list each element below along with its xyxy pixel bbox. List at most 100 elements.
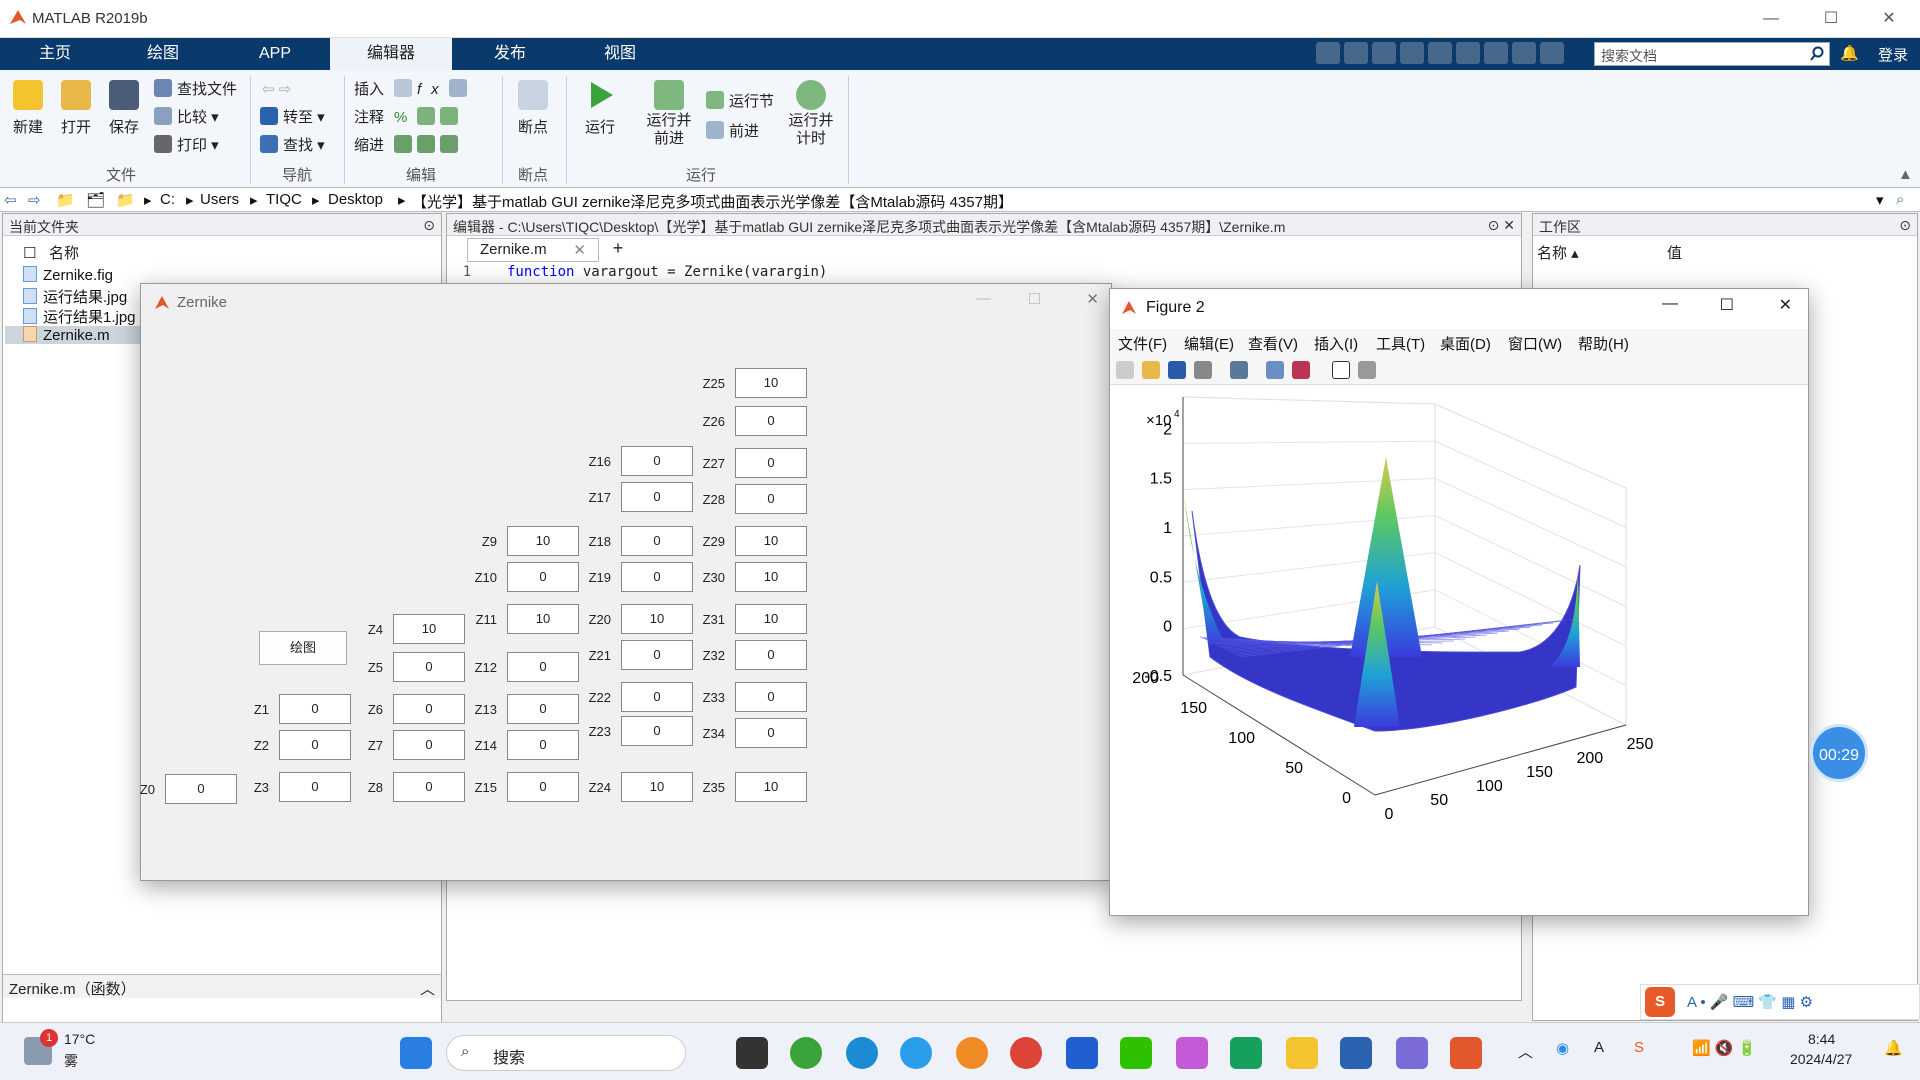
coefficient-input-z15[interactable]: 0 [507,772,579,802]
breakpoints-button[interactable]: 断点 [510,80,556,137]
file-explorer-icon[interactable] [1286,1037,1318,1069]
indent-button[interactable]: 缩进 [354,134,384,158]
coefficient-input-z9[interactable]: 10 [507,526,579,556]
minimize-icon[interactable]: — [1662,295,1678,313]
store-icon[interactable] [1230,1037,1262,1069]
search-docs-input[interactable]: 搜索文档 [1594,42,1830,66]
pointer-icon[interactable] [1332,361,1350,379]
edit-tools-row3[interactable] [394,134,463,158]
draw-button[interactable]: 绘图 [259,631,347,665]
coefficient-input-z19[interactable]: 0 [621,562,693,592]
property-editor-icon[interactable] [1358,361,1376,379]
taskbar-search[interactable]: ⌕ 搜索 [446,1035,686,1071]
up-folder-icon[interactable]: 📁 [56,191,75,209]
ime-tools-icons[interactable]: A • 🎤 ⌨ 👕 ▦ ⚙ [1687,993,1813,1011]
redo-icon[interactable] [1456,42,1480,64]
edit-tools-row1[interactable]: fx [394,78,472,102]
tab-publish[interactable]: 发布 [470,38,550,70]
colorbar-icon[interactable] [1266,361,1284,379]
file-item[interactable]: 运行结果.jpg [23,286,127,307]
file-details-bar[interactable]: Zernike.m（函数） ︿ [3,974,441,998]
browse-folder-icon[interactable]: 🗂 [86,191,105,209]
undo-icon[interactable] [1428,42,1452,64]
login-link[interactable]: 登录 [1878,44,1908,65]
run-time-button[interactable]: 运行并 计时 [782,80,840,148]
coefficient-input-z7[interactable]: 0 [393,730,465,760]
tab-apps[interactable]: APP [240,38,310,70]
new-figure-icon[interactable] [1116,361,1134,379]
copy-icon[interactable] [1372,42,1396,64]
menu-desktop[interactable]: 桌面(D) [1440,333,1491,354]
advance-button[interactable]: 前进 [706,120,759,144]
comment-button[interactable]: 注释 [354,106,384,130]
tab-view[interactable]: 视图 [580,38,660,70]
cut-icon[interactable] [1344,42,1368,64]
coefficient-input-z20[interactable]: 10 [621,604,693,634]
breadcrumb-tiqc[interactable]: TIQC [266,191,302,208]
address-dropdown-icon[interactable]: ▾ [1876,191,1884,209]
menu-insert[interactable]: 插入(I) [1314,333,1358,354]
coefficient-input-z8[interactable]: 0 [393,772,465,802]
address-search-icon[interactable]: ⌕ [1896,191,1904,208]
panel-menu-icon[interactable]: ⊙ [1899,217,1911,234]
coefficient-input-z24[interactable]: 10 [621,772,693,802]
maximize-icon[interactable]: ☐ [1028,290,1041,308]
coefficient-input-z30[interactable]: 10 [735,562,807,592]
coefficient-input-z1[interactable]: 0 [279,694,351,724]
task-view-icon[interactable] [736,1037,768,1069]
coefficient-input-z5[interactable]: 0 [393,652,465,682]
coefficient-input-z14[interactable]: 0 [507,730,579,760]
menu-file[interactable]: 文件(F) [1118,333,1167,354]
insert-button[interactable]: 插入 [354,78,384,102]
breadcrumb-drive[interactable]: C: [160,191,175,208]
collapse-ribbon-icon[interactable]: ▲ [1898,166,1913,183]
breadcrumb-desktop[interactable]: Desktop [328,191,383,208]
edge-dev-icon[interactable] [790,1037,822,1069]
coefficient-input-z23[interactable]: 0 [621,716,693,746]
tray-app-icon[interactable]: ◉ [1556,1039,1569,1057]
edit-tools-row2[interactable]: % [394,106,463,130]
ie-icon[interactable] [900,1037,932,1069]
help-icon[interactable] [1512,42,1536,64]
coefficient-input-z2[interactable]: 0 [279,730,351,760]
font-icon[interactable]: A [1594,1039,1604,1056]
tab-close-icon[interactable]: ✕ [573,241,586,259]
matlab-taskbar-icon[interactable] [1450,1037,1482,1069]
coefficient-input-z10[interactable]: 0 [507,562,579,592]
maximize-icon[interactable]: ☐ [1808,6,1854,32]
coefficient-input-z25[interactable]: 10 [735,368,807,398]
chevron-up-icon[interactable]: ︿ [1518,1041,1533,1062]
menu-edit[interactable]: 编辑(E) [1184,333,1234,354]
coefficient-input-z12[interactable]: 0 [507,652,579,682]
coefficient-input-z0[interactable]: 0 [165,774,237,804]
code-line[interactable]: 1 function varargout = Zernike(varargin) [447,264,1521,284]
save-figure-icon[interactable] [1168,361,1186,379]
link-plot-icon[interactable] [1230,361,1248,379]
wifi-speaker-battery-icons[interactable]: 📶 🔇 🔋 [1692,1039,1756,1057]
name-column-header[interactable]: ☐ 名称 [23,242,79,263]
coefficient-input-z17[interactable]: 0 [621,482,693,512]
coefficient-input-z21[interactable]: 0 [621,640,693,670]
save-button[interactable]: 保存 [104,80,144,137]
workspace-value-header[interactable]: 值 [1667,242,1682,263]
app-l-icon[interactable] [1066,1037,1098,1069]
coefficient-input-z11[interactable]: 10 [507,604,579,634]
sogou-s-icon[interactable]: S [1645,987,1675,1017]
compare-button[interactable]: 比较 ▾ [154,106,219,130]
windows-start-icon[interactable] [400,1037,432,1069]
legend-icon[interactable] [1292,361,1310,379]
notepad-icon[interactable] [1340,1037,1372,1069]
notification-bell-icon[interactable]: 🔔 [1884,1039,1903,1057]
file-item[interactable]: Zernike.fig [23,266,113,284]
coefficient-input-z4[interactable]: 10 [393,614,465,644]
run-button[interactable]: 运行 [580,80,620,137]
recording-timer-badge[interactable]: 00:29 [1810,724,1868,782]
coefficient-input-z6[interactable]: 0 [393,694,465,724]
community-icon[interactable] [1540,42,1564,64]
find-files-button[interactable]: 查找文件 [154,78,237,102]
edge-icon[interactable] [846,1037,878,1069]
print-figure-icon[interactable] [1194,361,1212,379]
coefficient-input-z26[interactable]: 0 [735,406,807,436]
breadcrumb-users[interactable]: Users [200,191,239,208]
coefficient-input-z34[interactable]: 0 [735,718,807,748]
